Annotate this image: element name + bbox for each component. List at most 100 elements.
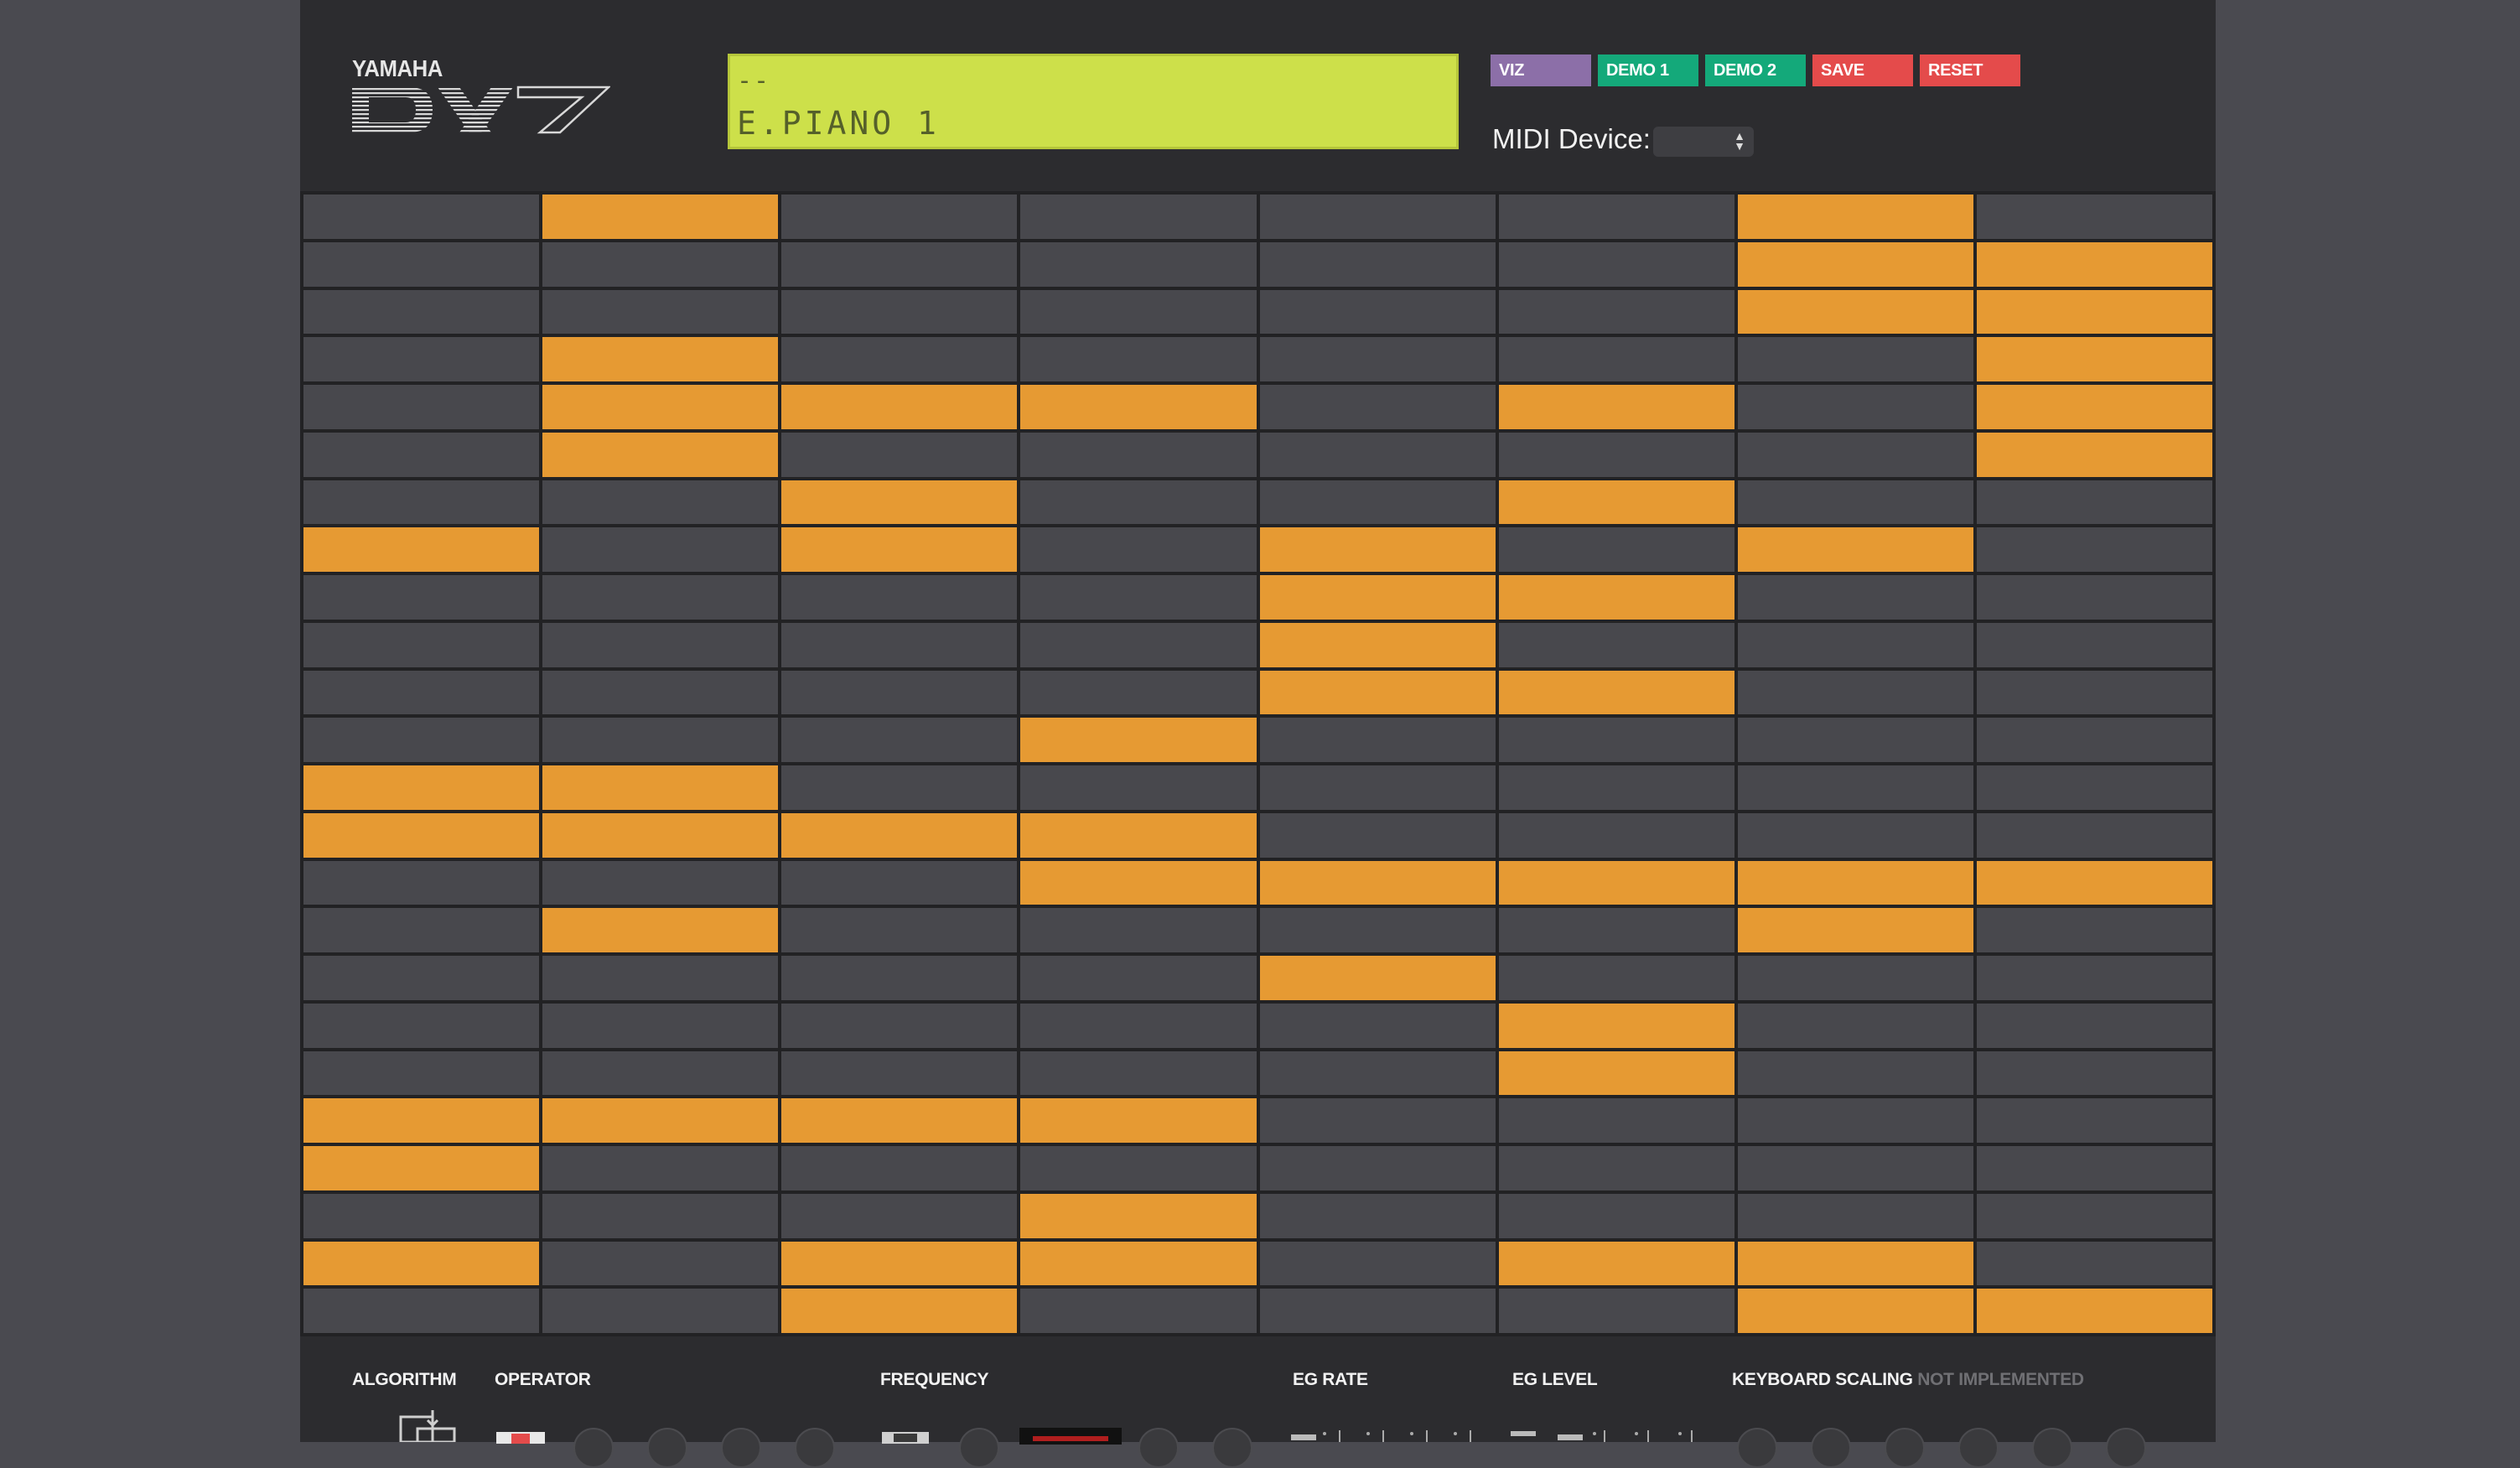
step-cell[interactable] — [1976, 718, 2212, 762]
step-cell-active[interactable] — [303, 1146, 540, 1190]
step-cell[interactable] — [1498, 718, 1734, 762]
step-cell[interactable] — [1498, 195, 1734, 239]
step-cell[interactable] — [1976, 1146, 2212, 1190]
step-cell[interactable] — [1020, 575, 1257, 620]
step-cell[interactable] — [781, 670, 1018, 715]
step-cell-active[interactable] — [1498, 1241, 1734, 1286]
step-cell[interactable] — [303, 289, 540, 335]
step-cell-active[interactable] — [303, 527, 540, 572]
step-cell[interactable] — [781, 622, 1018, 667]
step-cell[interactable] — [1737, 385, 1973, 429]
step-cell[interactable] — [1737, 622, 1973, 667]
step-cell[interactable] — [542, 289, 779, 335]
step-cell[interactable] — [1737, 1193, 1973, 1238]
step-cell-active[interactable] — [1976, 385, 2212, 429]
step-cell[interactable] — [1976, 195, 2212, 239]
step-cell-active[interactable] — [303, 765, 540, 810]
step-cell[interactable] — [1976, 670, 2212, 715]
step-cell[interactable] — [303, 195, 540, 239]
step-cell[interactable] — [303, 718, 540, 762]
step-cell[interactable] — [1498, 432, 1734, 477]
step-cell-active[interactable] — [1020, 718, 1257, 762]
step-cell-active[interactable] — [1976, 241, 2212, 287]
step-cell[interactable] — [542, 1289, 779, 1333]
step-cell[interactable] — [1259, 337, 1496, 381]
step-cell[interactable] — [1020, 956, 1257, 1000]
step-cell-active[interactable] — [1259, 860, 1496, 905]
step-cell[interactable] — [1976, 956, 2212, 1000]
step-cell[interactable] — [1259, 718, 1496, 762]
step-cell[interactable] — [781, 195, 1018, 239]
step-cell[interactable] — [1259, 812, 1496, 858]
step-cell-active[interactable] — [1259, 670, 1496, 715]
step-cell[interactable] — [1259, 432, 1496, 477]
step-cell[interactable] — [1498, 956, 1734, 1000]
step-cell[interactable] — [1976, 527, 2212, 572]
step-cell[interactable] — [1259, 241, 1496, 287]
demo-1-button[interactable]: DEMO 1 — [1598, 54, 1698, 86]
step-cell[interactable] — [1259, 480, 1496, 525]
step-cell-active[interactable] — [1020, 385, 1257, 429]
step-cell-active[interactable] — [542, 385, 779, 429]
step-cell[interactable] — [542, 1146, 779, 1190]
step-cell[interactable] — [303, 337, 540, 381]
step-cell[interactable] — [1259, 1146, 1496, 1190]
operator-knob[interactable] — [573, 1428, 614, 1468]
step-cell[interactable] — [542, 241, 779, 287]
save-button[interactable]: SAVE — [1812, 54, 1913, 86]
step-cell-active[interactable] — [1737, 527, 1973, 572]
step-cell[interactable] — [1259, 385, 1496, 429]
step-cell[interactable] — [1976, 575, 2212, 620]
step-cell-active[interactable] — [1737, 1289, 1973, 1333]
step-cell[interactable] — [781, 908, 1018, 952]
step-cell[interactable] — [1020, 765, 1257, 810]
step-cell[interactable] — [1020, 432, 1257, 477]
step-cell[interactable] — [542, 527, 779, 572]
step-cell[interactable] — [1976, 1003, 2212, 1048]
step-cell[interactable] — [1737, 337, 1973, 381]
step-cell[interactable] — [1498, 765, 1734, 810]
step-cell-active[interactable] — [542, 337, 779, 381]
step-cell-active[interactable] — [542, 908, 779, 952]
frequency-knob[interactable] — [1212, 1428, 1252, 1468]
step-cell[interactable] — [1020, 908, 1257, 952]
step-cell[interactable] — [1737, 1003, 1973, 1048]
step-cell-active[interactable] — [1498, 575, 1734, 620]
step-cell[interactable] — [781, 337, 1018, 381]
step-cell[interactable] — [1737, 1050, 1973, 1096]
step-cell[interactable] — [1498, 1289, 1734, 1333]
keyboard-scaling-knob[interactable] — [2106, 1428, 2146, 1468]
step-cell[interactable] — [1737, 956, 1973, 1000]
step-cell-active[interactable] — [1020, 860, 1257, 905]
step-cell[interactable] — [542, 670, 779, 715]
step-cell[interactable] — [1020, 1003, 1257, 1048]
step-cell[interactable] — [1737, 765, 1973, 810]
step-cell[interactable] — [1976, 1193, 2212, 1238]
step-cell-active[interactable] — [1020, 812, 1257, 858]
step-cell[interactable] — [1498, 289, 1734, 335]
step-cell[interactable] — [1259, 1193, 1496, 1238]
step-cell[interactable] — [1020, 670, 1257, 715]
operator-knob[interactable] — [647, 1428, 687, 1468]
step-cell[interactable] — [1498, 908, 1734, 952]
step-cell[interactable] — [1737, 480, 1973, 525]
eg-rate-sliders[interactable] — [1291, 1425, 1492, 1442]
step-cell[interactable] — [1020, 1050, 1257, 1096]
operator-knob[interactable] — [721, 1428, 761, 1468]
step-cell-active[interactable] — [1020, 1193, 1257, 1238]
step-cell-active[interactable] — [1976, 289, 2212, 335]
step-cell-active[interactable] — [1498, 860, 1734, 905]
step-cell-active[interactable] — [1976, 337, 2212, 381]
midi-device-select[interactable]: ▲ ▼ — [1653, 127, 1754, 157]
step-cell[interactable] — [1020, 1146, 1257, 1190]
step-cell[interactable] — [1737, 1146, 1973, 1190]
step-cell[interactable] — [303, 1050, 540, 1096]
step-cell-active[interactable] — [1737, 195, 1973, 239]
step-cell[interactable] — [1020, 289, 1257, 335]
step-cell[interactable] — [1020, 195, 1257, 239]
step-cell[interactable] — [303, 1289, 540, 1333]
step-cell[interactable] — [1020, 480, 1257, 525]
step-cell[interactable] — [542, 1050, 779, 1096]
step-cell[interactable] — [1259, 1241, 1496, 1286]
step-cell[interactable] — [1259, 1098, 1496, 1143]
